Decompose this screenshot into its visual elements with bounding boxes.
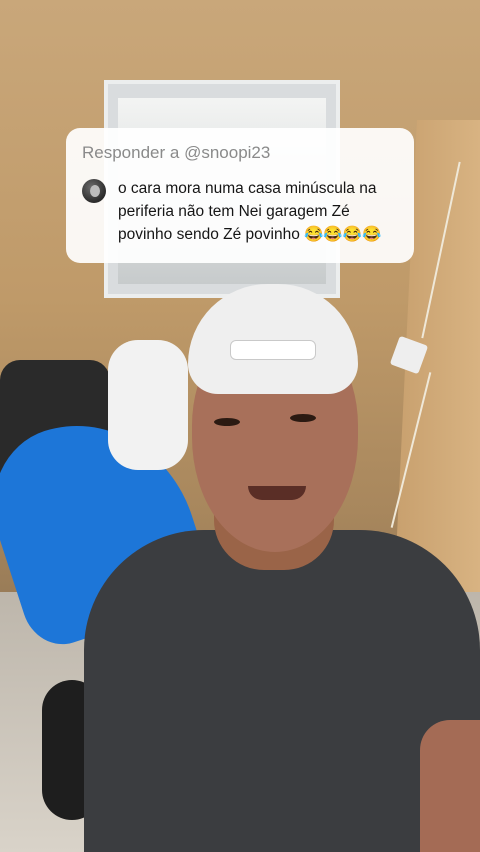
person-eye-right [290,414,316,422]
reply-header: Responder a @snoopi23 [82,143,271,162]
person-eye-left [214,418,240,426]
cap-strap [230,340,316,360]
motorcycle-tail [108,340,188,470]
video-frame: Responder a @snoopi23 o cara mora numa c… [0,0,480,852]
comment-text: o cara mora numa casa minúscula na perif… [118,180,382,243]
reply-body: o cara mora numa casa minúscula na perif… [82,177,398,246]
person-cap [188,284,358,394]
person-mouth [248,486,306,500]
user-avatar-icon [82,179,106,203]
person-arm-right [420,720,480,852]
reply-comment-card[interactable]: Responder a @snoopi23 o cara mora numa c… [66,128,414,263]
